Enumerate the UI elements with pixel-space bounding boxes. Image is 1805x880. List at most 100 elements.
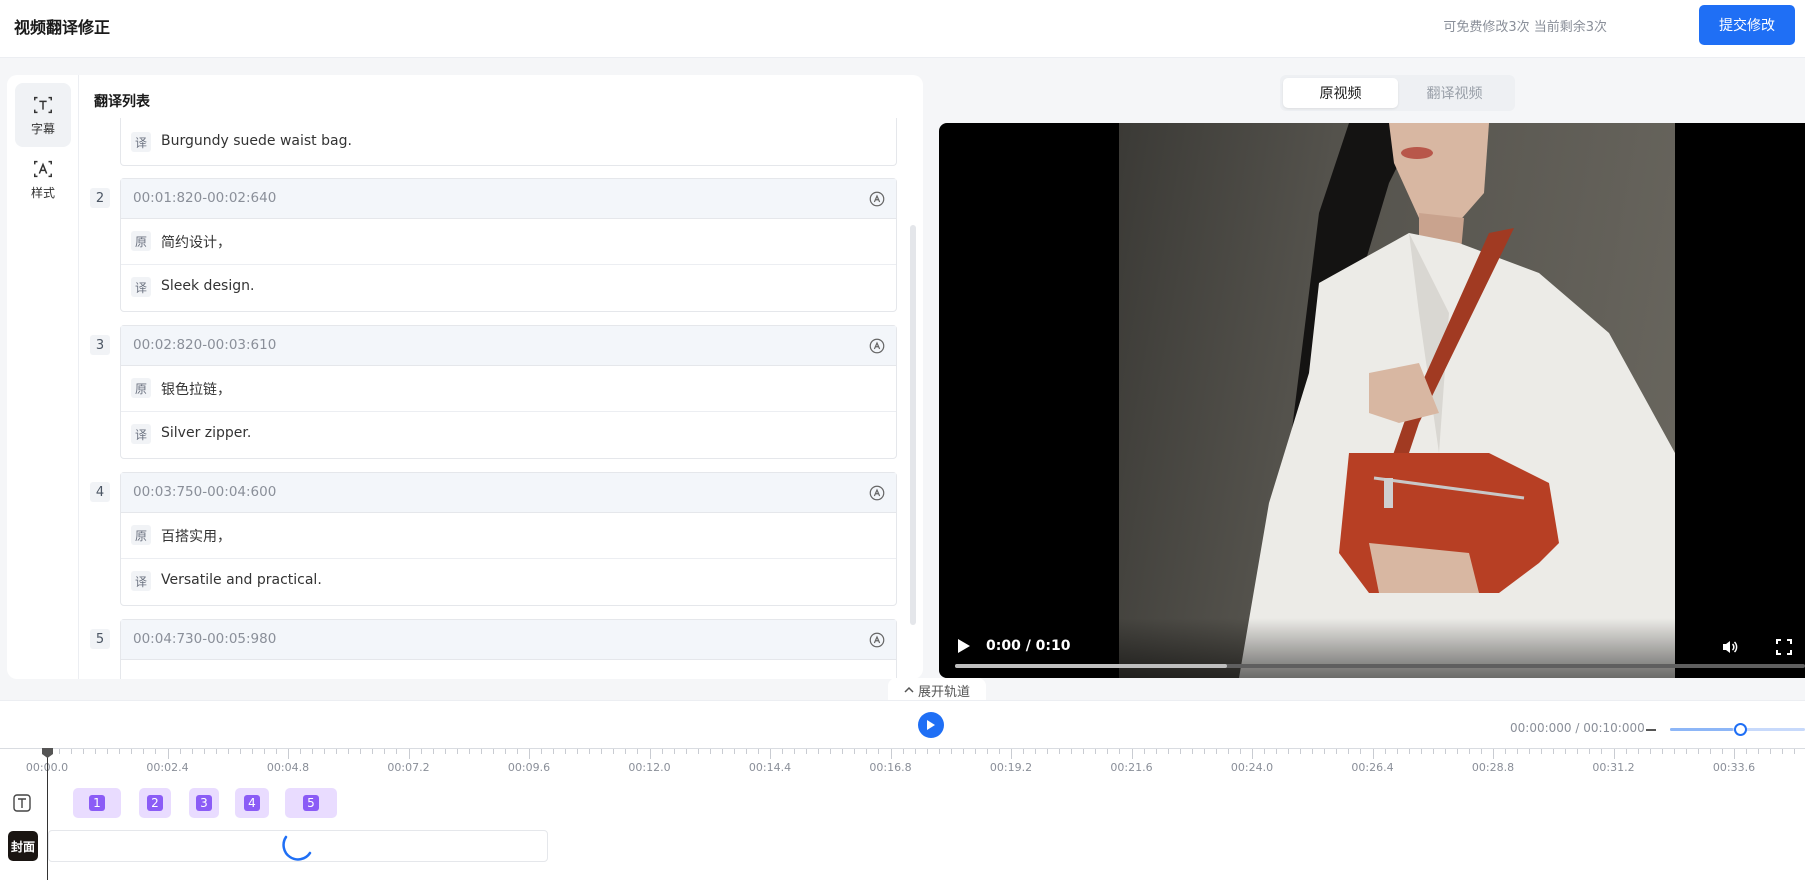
ruler-tick [1059, 749, 1061, 754]
subtitle-clip-3[interactable]: 3 [189, 788, 219, 818]
subtitle-clip-1[interactable]: 1 [73, 788, 121, 818]
translation-row[interactable]: 译 Burgundy suede waist bag. [121, 120, 896, 166]
entry-header: 00:02:820-00:03:610 [121, 326, 896, 366]
ruler-tick [697, 749, 699, 754]
ruler-tick [1565, 749, 1567, 754]
entry-header: 00:03:750-00:04:600 [121, 473, 896, 513]
translation-list[interactable]: 译 Burgundy suede waist bag. 2 00:01:820-… [79, 118, 923, 679]
video-time: 0:00 / 0:10 [986, 638, 1071, 654]
ruler-tick [685, 749, 687, 754]
play-icon[interactable] [957, 638, 971, 654]
ruler-tick-label: 00:26.4 [1351, 761, 1394, 774]
ruler-tick-label: 00:31.2 [1592, 761, 1635, 774]
ruler-tick [1276, 749, 1278, 754]
ai-translate-icon[interactable] [868, 190, 886, 208]
trans-text[interactable]: Versatile and practical. [161, 572, 322, 588]
subtitle-clip-5[interactable]: 5 [285, 788, 337, 818]
translation-row[interactable]: 译 Versatile and practical. [121, 559, 896, 605]
ruler-tick [1685, 749, 1687, 754]
orig-text[interactable]: 银色拉链， [161, 379, 231, 399]
ruler-tick [866, 749, 868, 754]
time-ruler[interactable]: 00:00.000:02.400:04.800:07.200:09.600:12… [0, 748, 1805, 774]
quota-text: 可免费修改3次 当前剩余3次 [1443, 20, 1607, 35]
subtitle-icon [34, 96, 52, 113]
ruler-tick-label: 00:07.2 [387, 761, 430, 774]
ruler-tick [661, 749, 663, 754]
ruler-tick [324, 749, 326, 754]
ruler-tick [1372, 749, 1374, 759]
ruler-tick-label: 00:04.8 [266, 761, 310, 774]
zoom-out-icon[interactable] [1646, 729, 1656, 731]
clip-number: 3 [196, 795, 212, 811]
orig-text[interactable]: 简约设计， [161, 232, 231, 252]
translation-panel: 字幕 样式 翻译列表 译 Burgundy suede waist bag. 2 [7, 75, 923, 679]
ai-translate-icon[interactable] [868, 337, 886, 355]
trans-text[interactable]: Silver zipper. [161, 425, 251, 441]
expand-tracks-button[interactable]: 展开轨道 [888, 678, 986, 702]
ruler-tick [1095, 749, 1097, 754]
cover-thumbnail[interactable]: 封面 [8, 831, 38, 861]
ruler-tick [1734, 749, 1735, 759]
zoom-slider-handle[interactable] [1734, 723, 1747, 736]
nav-item-subtitle[interactable]: 字幕 [15, 83, 71, 147]
trans-text[interactable]: Burgundy suede waist bag. [161, 133, 352, 149]
ruler-tick [1782, 749, 1784, 754]
ai-translate-icon[interactable] [868, 484, 886, 502]
ruler-tick [986, 749, 988, 754]
timeline-play-button[interactable] [918, 712, 944, 738]
ruler-tick [1480, 749, 1482, 754]
ruler-tick [107, 749, 109, 754]
ruler-tick [613, 749, 615, 754]
ruler-tick [83, 749, 85, 754]
ruler-tick [516, 749, 518, 754]
ruler-tick [1493, 749, 1494, 759]
orig-text[interactable]: 百搭实用， [161, 526, 231, 546]
ruler-tick [745, 749, 747, 754]
fullscreen-icon[interactable] [1776, 639, 1792, 655]
list-scrollbar[interactable] [910, 225, 916, 625]
submit-button[interactable]: 提交修改 [1699, 5, 1795, 45]
ruler-tick [215, 749, 217, 754]
video-player[interactable]: 0:00 / 0:10 [939, 123, 1805, 678]
subtitle-clip-4[interactable]: 4 [235, 788, 269, 818]
ruler-tick [143, 749, 145, 754]
ruler-tick [167, 749, 169, 759]
ruler-tick [1601, 749, 1603, 754]
video-progress-bar[interactable] [955, 664, 1805, 668]
entry-time: 00:01:820-00:02:640 [133, 190, 277, 206]
original-row[interactable]: 原 银色拉链， [121, 366, 896, 412]
entry-number: 4 [90, 482, 110, 502]
tab-translated-video[interactable]: 翻译视频 [1397, 78, 1512, 108]
tab-original-video[interactable]: 原视频 [1283, 78, 1398, 108]
ruler-tick [1613, 749, 1615, 759]
entry-time: 00:04:730-00:05:980 [133, 631, 277, 647]
original-row[interactable]: 原 简约设计， [121, 219, 896, 265]
orig-tag: 原 [131, 378, 151, 398]
volume-icon[interactable] [1721, 638, 1739, 656]
ruler-tick [1541, 749, 1543, 754]
trans-tag: 译 [131, 424, 151, 444]
ruler-tick-label: 00:16.8 [869, 761, 912, 774]
subtitle-clip-2[interactable]: 2 [139, 788, 171, 818]
ai-translate-icon[interactable] [868, 631, 886, 649]
translation-row[interactable]: 译 Sleek design. [121, 265, 896, 311]
ruler-tick [890, 749, 892, 759]
trans-text[interactable]: Sleek design. [161, 278, 254, 294]
ruler-tick [263, 749, 265, 754]
original-row[interactable]: 原 百搭实用， [121, 513, 896, 559]
ruler-tick [1252, 749, 1253, 759]
ruler-tick [191, 749, 193, 754]
loading-spinner-icon [282, 835, 312, 861]
ruler-tick [529, 749, 530, 759]
nav-item-style[interactable]: 样式 [15, 147, 71, 211]
ruler-tick [468, 749, 470, 754]
ruler-tick [1589, 749, 1591, 754]
ruler-tick [1673, 749, 1675, 754]
ruler-tick [95, 749, 97, 754]
ruler-tick [1227, 749, 1229, 754]
clip-number: 5 [303, 795, 319, 811]
ruler-tick [818, 749, 820, 754]
ruler-tick [601, 749, 603, 754]
translation-row[interactable]: 译 Silver zipper. [121, 412, 896, 458]
entry-number: 3 [90, 335, 110, 355]
